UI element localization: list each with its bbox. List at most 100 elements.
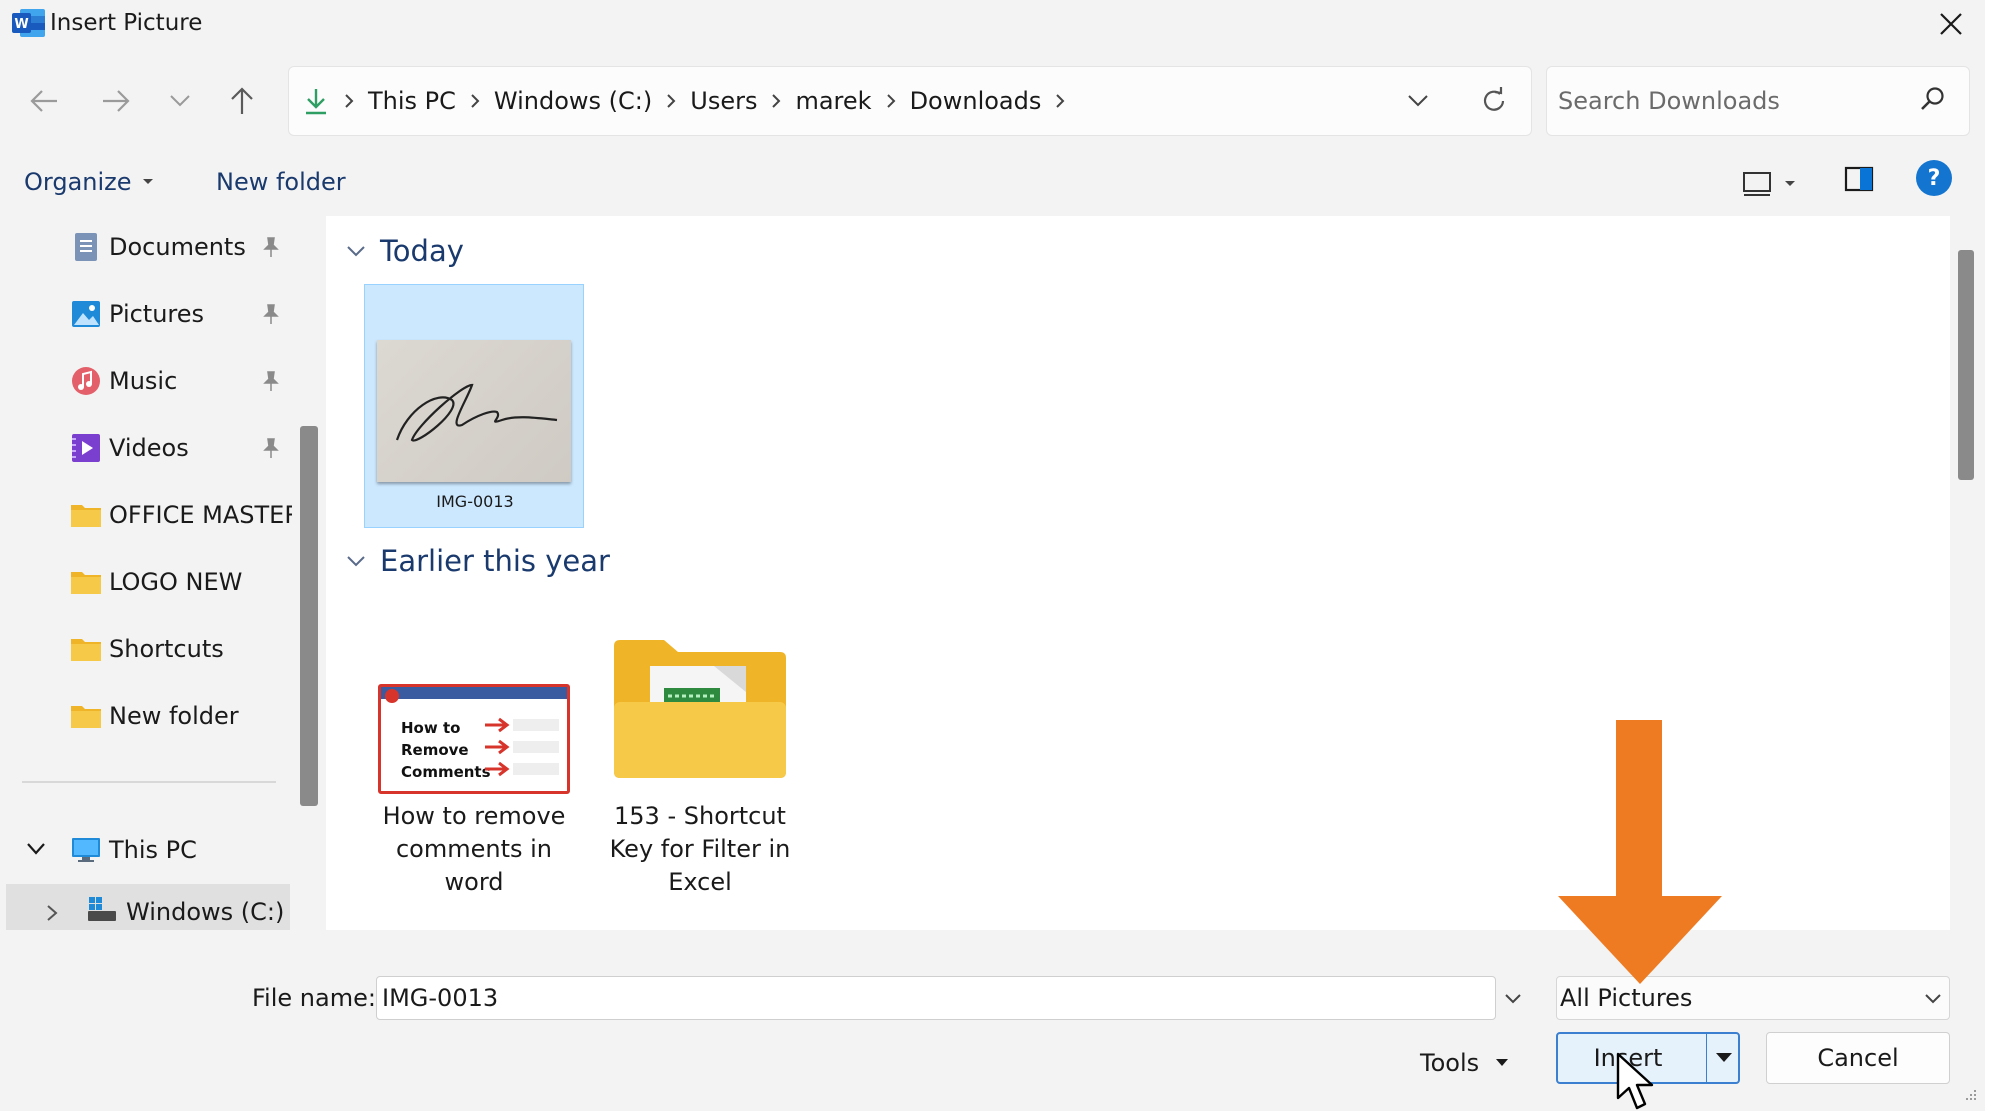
documents-icon [75, 233, 97, 261]
folder-icon [71, 572, 101, 594]
breadcrumb: This PC Windows (C:) Users marek Downloa… [304, 66, 1079, 136]
file-list-scrollbar-thumb[interactable] [1958, 250, 1974, 480]
up-button[interactable] [214, 73, 270, 129]
file-type-dropdown-button[interactable] [1924, 990, 1942, 1009]
pin-icon[interactable] [260, 303, 282, 325]
folder-icon [71, 505, 101, 527]
sidebar-item-this-pc[interactable]: This PC [0, 822, 292, 878]
thumbnail-text: How to Remove Comments [401, 719, 491, 781]
annotation-arrow-icon [1558, 720, 1722, 988]
recent-locations-button[interactable] [152, 73, 208, 129]
new-folder-button[interactable]: New folder [216, 162, 346, 202]
signature-thumbnail [377, 340, 571, 482]
nav-divider [22, 781, 276, 783]
file-name-input[interactable] [382, 981, 1442, 1015]
address-history-button[interactable] [1390, 73, 1446, 129]
tools-button[interactable]: Tools [1420, 1040, 1530, 1086]
caret-down-icon [1785, 181, 1795, 186]
background-window-edge [1985, 0, 1999, 1111]
file-type-value: All Pictures [1560, 984, 1693, 1012]
breadcrumb-separator-icon [886, 93, 896, 109]
pin-icon[interactable] [260, 437, 282, 459]
sidebar-item-shortcuts[interactable]: Shortcuts [0, 621, 292, 677]
help-icon: ? [1927, 165, 1941, 191]
help-button[interactable]: ? [1916, 160, 1952, 196]
chevron-down-icon [347, 556, 365, 567]
organize-button[interactable]: Organize [24, 162, 154, 202]
chevron-down-icon [1505, 994, 1521, 1004]
signature-scribble [395, 383, 558, 442]
sidebar-item-documents[interactable]: Documents [0, 219, 292, 275]
title-bar [0, 0, 1985, 50]
breadcrumb-this-pc[interactable]: This PC [368, 87, 456, 115]
chevron-down-icon [1408, 95, 1428, 107]
caret-down-icon [1496, 1059, 1509, 1066]
thumbnail-logo-icon [385, 689, 399, 703]
refresh-button[interactable] [1466, 73, 1522, 129]
group-header-label: Today [380, 234, 464, 268]
file-name: How to remove comments in word [382, 802, 566, 896]
breadcrumb-separator-icon [344, 93, 354, 109]
pin-icon[interactable] [260, 370, 282, 392]
search-icon[interactable] [1920, 86, 1946, 116]
thumbnail-header [381, 687, 567, 699]
group-header-label: Earlier this year [380, 544, 610, 578]
chevron-down-icon [1925, 994, 1941, 1004]
computer-icon [72, 838, 100, 862]
nav-pane-scrollbar[interactable] [300, 426, 318, 806]
sidebar-item-office-master[interactable]: OFFICE MASTER [0, 487, 292, 543]
sidebar-item-logo-new[interactable]: LOGO NEW [0, 554, 292, 610]
change-view-button[interactable] [1742, 164, 1796, 204]
breadcrumb-users[interactable]: Users [690, 87, 757, 115]
chevron-down-icon[interactable] [26, 842, 46, 856]
back-button[interactable] [16, 73, 72, 129]
pin-icon[interactable] [260, 236, 282, 258]
preview-pane-button[interactable] [1844, 166, 1874, 196]
group-header-today[interactable]: Today [346, 234, 464, 268]
chevron-right-icon[interactable] [46, 904, 58, 922]
caret-down-icon [1715, 1053, 1732, 1062]
file-tile-img-0013[interactable]: IMG-0013 [364, 284, 584, 528]
sidebar-item-label: Pictures [109, 300, 205, 328]
breadcrumb-windows-c[interactable]: Windows (C:) [494, 87, 652, 115]
sidebar-item-pictures[interactable]: Pictures [0, 286, 292, 342]
view-layout-icon [1743, 172, 1771, 196]
caret-down-icon [142, 179, 153, 184]
close-button[interactable] [1925, 2, 1977, 46]
sidebar-item-videos[interactable]: Videos [0, 420, 292, 476]
group-header-earlier-this-year[interactable]: Earlier this year [346, 544, 610, 578]
sidebar-item-label: Music [109, 367, 178, 395]
music-icon [72, 367, 100, 395]
breadcrumb-separator-icon [666, 93, 676, 109]
arrow-up-icon [231, 87, 253, 114]
breadcrumb-marek[interactable]: marek [795, 87, 871, 115]
file-tile-153-shortcut-key[interactable]: 153 - Shortcut Key for Filter in Excel [590, 602, 810, 902]
folder-icon [71, 639, 101, 661]
sidebar-item-label: Videos [109, 434, 189, 462]
file-name: 153 - Shortcut Key for Filter in Excel [609, 802, 791, 896]
sidebar-item-label: New folder [109, 702, 239, 730]
window-title: Insert Picture [50, 10, 203, 36]
cancel-button[interactable]: Cancel [1766, 1032, 1950, 1084]
forward-button[interactable] [88, 73, 144, 129]
search-input[interactable] [1558, 84, 1898, 118]
sidebar-item-new-folder[interactable]: New folder [0, 688, 292, 744]
sidebar-item-label: LOGO NEW [109, 568, 243, 596]
organize-label: Organize [24, 168, 132, 196]
sidebar-item-label: OFFICE MASTER [109, 501, 292, 529]
chevron-down-icon [170, 95, 190, 107]
word-app-icon: W [12, 8, 46, 38]
refresh-icon [1483, 87, 1505, 111]
sidebar-item-music[interactable]: Music [0, 353, 292, 409]
resize-grip-icon[interactable] [1960, 1088, 1978, 1110]
breadcrumb-downloads[interactable]: Downloads [910, 87, 1042, 115]
folder-large-icon [614, 640, 786, 778]
tutorial-thumbnail: How to Remove Comments [378, 684, 570, 794]
sidebar-item-windows-c[interactable]: Windows (C:) [6, 884, 290, 930]
file-tile-how-to-remove-comments[interactable]: How to Remove Comments How to remove com… [364, 602, 584, 902]
pictures-icon [72, 301, 100, 327]
drive-icon [88, 897, 116, 921]
folder-icon [71, 706, 101, 728]
insert-options-dropdown[interactable] [1706, 1032, 1740, 1084]
file-name-dropdown-button[interactable] [1504, 990, 1522, 1009]
